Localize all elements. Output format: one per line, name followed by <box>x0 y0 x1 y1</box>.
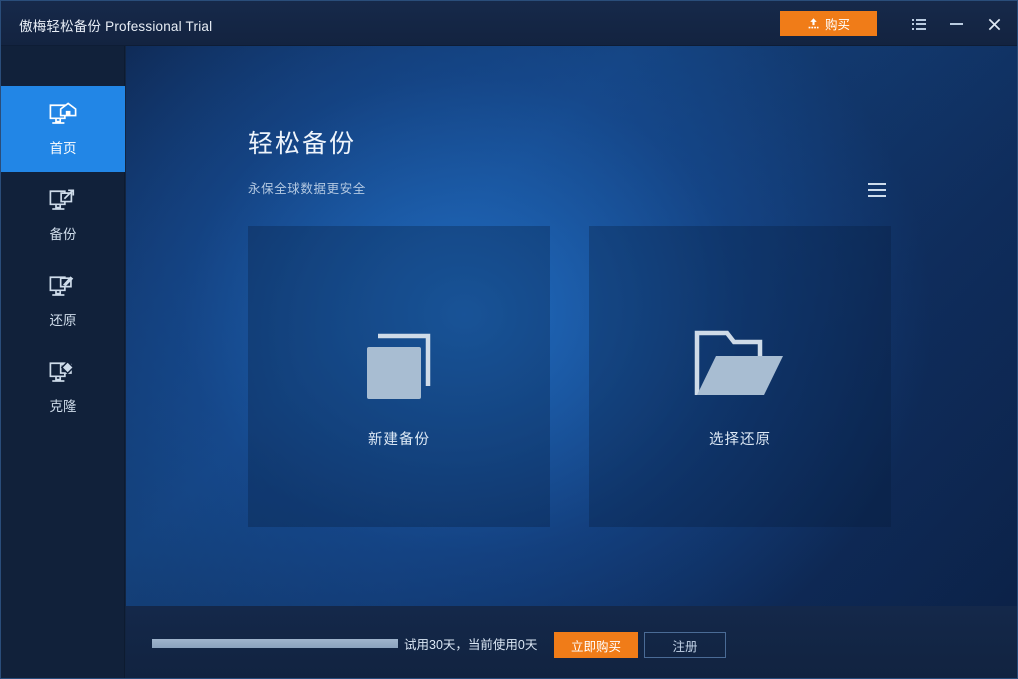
page-subtitle: 永保全球数据更安全 <box>248 178 366 197</box>
app-title: 傲梅轻松备份 Professional Trial <box>19 15 212 35</box>
open-folder-icon <box>694 304 786 424</box>
monitor-clone-icon <box>48 360 78 388</box>
status-bar: 试用30天，当前使用0天 立即购买 注册 <box>126 606 1017 679</box>
sidebar-item-label: 克隆 <box>50 395 77 415</box>
hamburger-menu-icon[interactable] <box>861 176 893 204</box>
sidebar-item-label: 备份 <box>50 223 77 243</box>
card-label: 新建备份 <box>368 428 430 449</box>
select-restore-card[interactable]: 选择还原 <box>589 226 891 527</box>
minimize-icon[interactable] <box>943 11 969 37</box>
trial-progress-bar <box>152 639 398 648</box>
register-button[interactable]: 注册 <box>644 632 726 658</box>
upload-arrow-icon <box>807 17 820 30</box>
buy-now-button[interactable]: 立即购买 <box>554 632 638 658</box>
list-menu-icon[interactable] <box>906 11 932 37</box>
application-window: 傲梅轻松备份 Professional Trial 购买 <box>0 0 1018 679</box>
close-icon[interactable] <box>981 11 1007 37</box>
stacked-squares-icon <box>360 304 438 424</box>
sidebar: 首页 备份 还原 <box>1 46 125 679</box>
card-label: 选择还原 <box>709 428 771 449</box>
trial-progress-fill <box>152 639 398 648</box>
sidebar-item-restore[interactable]: 还原 <box>1 258 125 344</box>
buy-button[interactable]: 购买 <box>780 11 877 36</box>
sidebar-item-home[interactable]: 首页 <box>1 86 125 172</box>
sidebar-item-backup[interactable]: 备份 <box>1 172 125 258</box>
sidebar-top-spacer <box>1 46 124 86</box>
new-backup-card[interactable]: 新建备份 <box>248 226 550 527</box>
monitor-share-icon <box>48 188 78 216</box>
sidebar-item-label: 首页 <box>50 137 77 157</box>
main-panel: 轻松备份 永保全球数据更安全 新建备份 选择还原 <box>126 46 1017 606</box>
monitor-restore-icon <box>48 274 78 302</box>
sidebar-item-label: 还原 <box>50 309 77 329</box>
trial-status-text: 试用30天，当前使用0天 <box>404 634 537 653</box>
page-title: 轻松备份 <box>248 124 356 160</box>
sidebar-item-clone[interactable]: 克隆 <box>1 344 125 430</box>
monitor-home-icon <box>48 102 78 130</box>
title-bar: 傲梅轻松备份 Professional Trial 购买 <box>1 1 1017 46</box>
buy-button-label: 购买 <box>825 14 850 33</box>
